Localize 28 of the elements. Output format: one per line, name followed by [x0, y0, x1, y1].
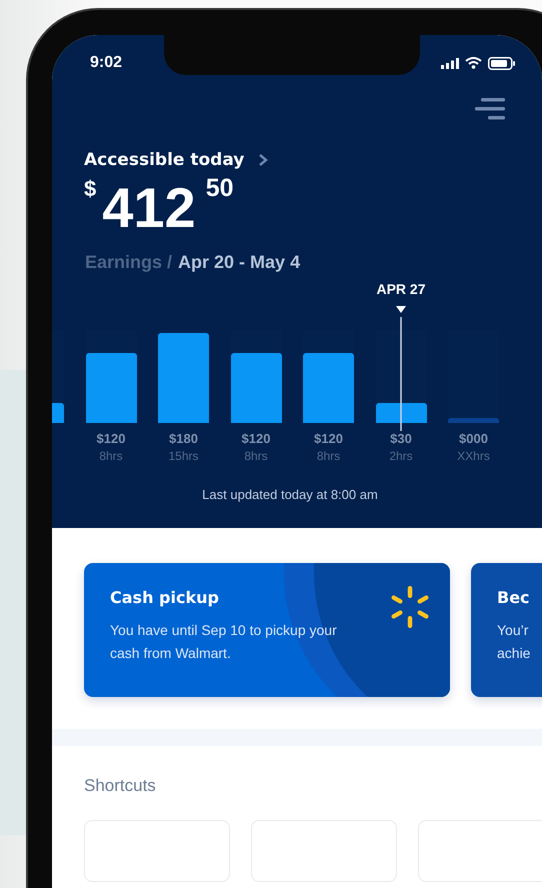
card-title: Cash pickup [110, 588, 220, 607]
info-card[interactable]: Cash pickup You have until Sep 10 to pickup your cash from Walmart. [84, 563, 450, 697]
bar-hours-label: 8hrs [99, 449, 123, 463]
date-marker-label: APR 27 [375, 281, 427, 297]
bar-amount-label: $120 [314, 431, 343, 446]
currency-symbol: $ [84, 176, 96, 202]
bar-hours-label: 8hrs [316, 449, 340, 463]
bar-amount-label: $180 [169, 431, 198, 446]
info-card[interactable]: Bec You’r achie [471, 563, 542, 697]
bar-hours-label: 2hrs [389, 449, 413, 463]
period-label: Earnings / [85, 252, 172, 273]
last-updated-text: Last updated today at 8:00 am [201, 487, 379, 502]
status-time: 9:02 [90, 54, 122, 72]
card-text: You have until Sep 10 to pickup your cash from Walmart. [110, 621, 338, 663]
accessible-today-link[interactable]: Accessible today [84, 150, 244, 170]
card-title: Bec [497, 588, 531, 607]
bar-hours-label: 15hrs [168, 449, 199, 463]
period-range: Apr 20 - May 4 [178, 252, 300, 273]
bar-hours-label: 8hrs [244, 449, 268, 463]
section-title: Shortcuts [84, 776, 157, 796]
balance-cents: 50 [206, 174, 234, 203]
bar-amount-label: $30 [390, 431, 412, 446]
card-text: You’r achie [497, 621, 532, 663]
bar-hours-label: XXhrs [457, 449, 490, 463]
balance-amount: 412 [102, 180, 196, 236]
bar-amount-label: $000 [459, 431, 488, 446]
bar-amount-label: $120 [242, 431, 270, 446]
bar-amount-label: $120 [96, 431, 126, 446]
